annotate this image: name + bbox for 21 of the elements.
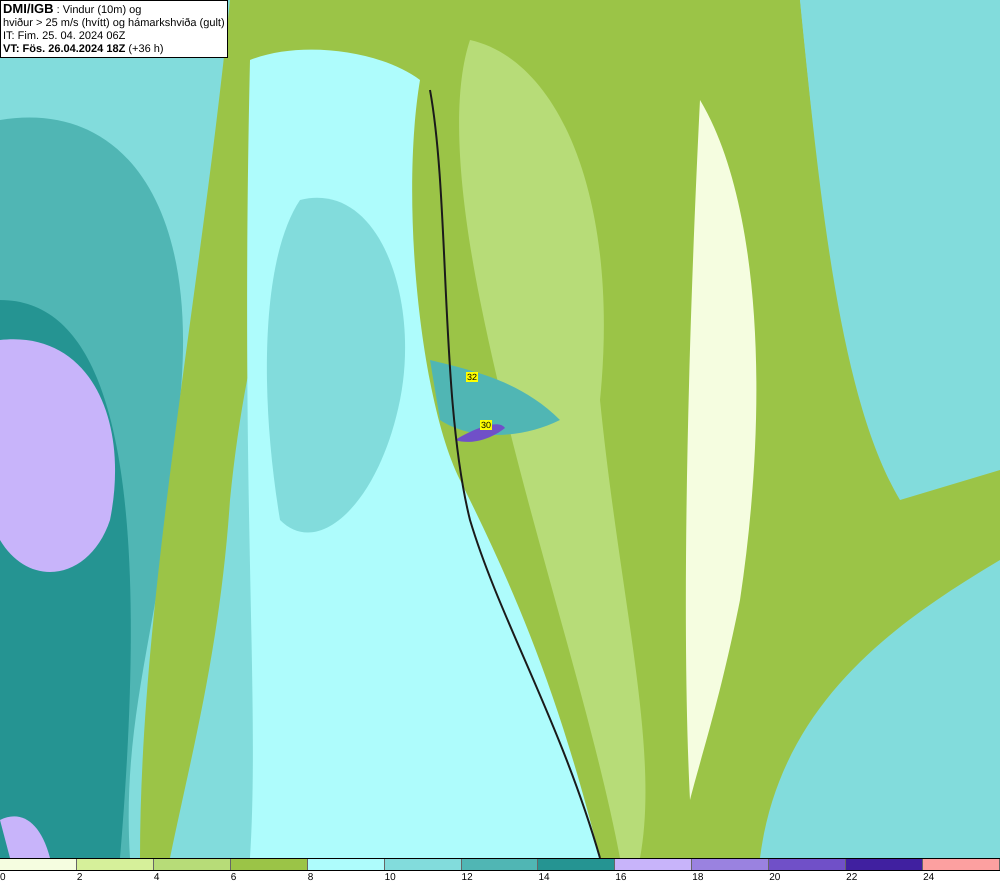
map-subtitle: : Vindur (10m) og [56,4,142,16]
issue-time: IT: Fim. 25. 04. 2024 06Z [3,30,126,43]
map-title: DMI/IGB [3,1,54,16]
legend-value: 8 [308,872,314,883]
gust-value-label: 30 [480,420,492,430]
legend-value: 12 [462,872,473,883]
legend-value: 10 [384,872,396,883]
legend-value: 20 [769,872,780,883]
legend-value: 24 [923,872,934,883]
legend-value: 14 [538,872,550,883]
legend-value: 4 [154,872,160,883]
legend-value: 2 [76,872,82,883]
gust-value-label: 32 [466,372,478,382]
lead-time: (+36 h) [128,43,164,55]
legend-value: 16 [615,872,626,883]
legend-value: 6 [230,872,236,883]
valid-time: VT: Fös. 26.04.2024 18Z [3,43,126,55]
legend-value: 0 [0,872,6,883]
legend-value: 18 [692,872,704,883]
legend-value: 22 [846,872,858,883]
map-description: hviður > 25 m/s (hvítt) og hámarkshviða (gult) [3,17,225,30]
